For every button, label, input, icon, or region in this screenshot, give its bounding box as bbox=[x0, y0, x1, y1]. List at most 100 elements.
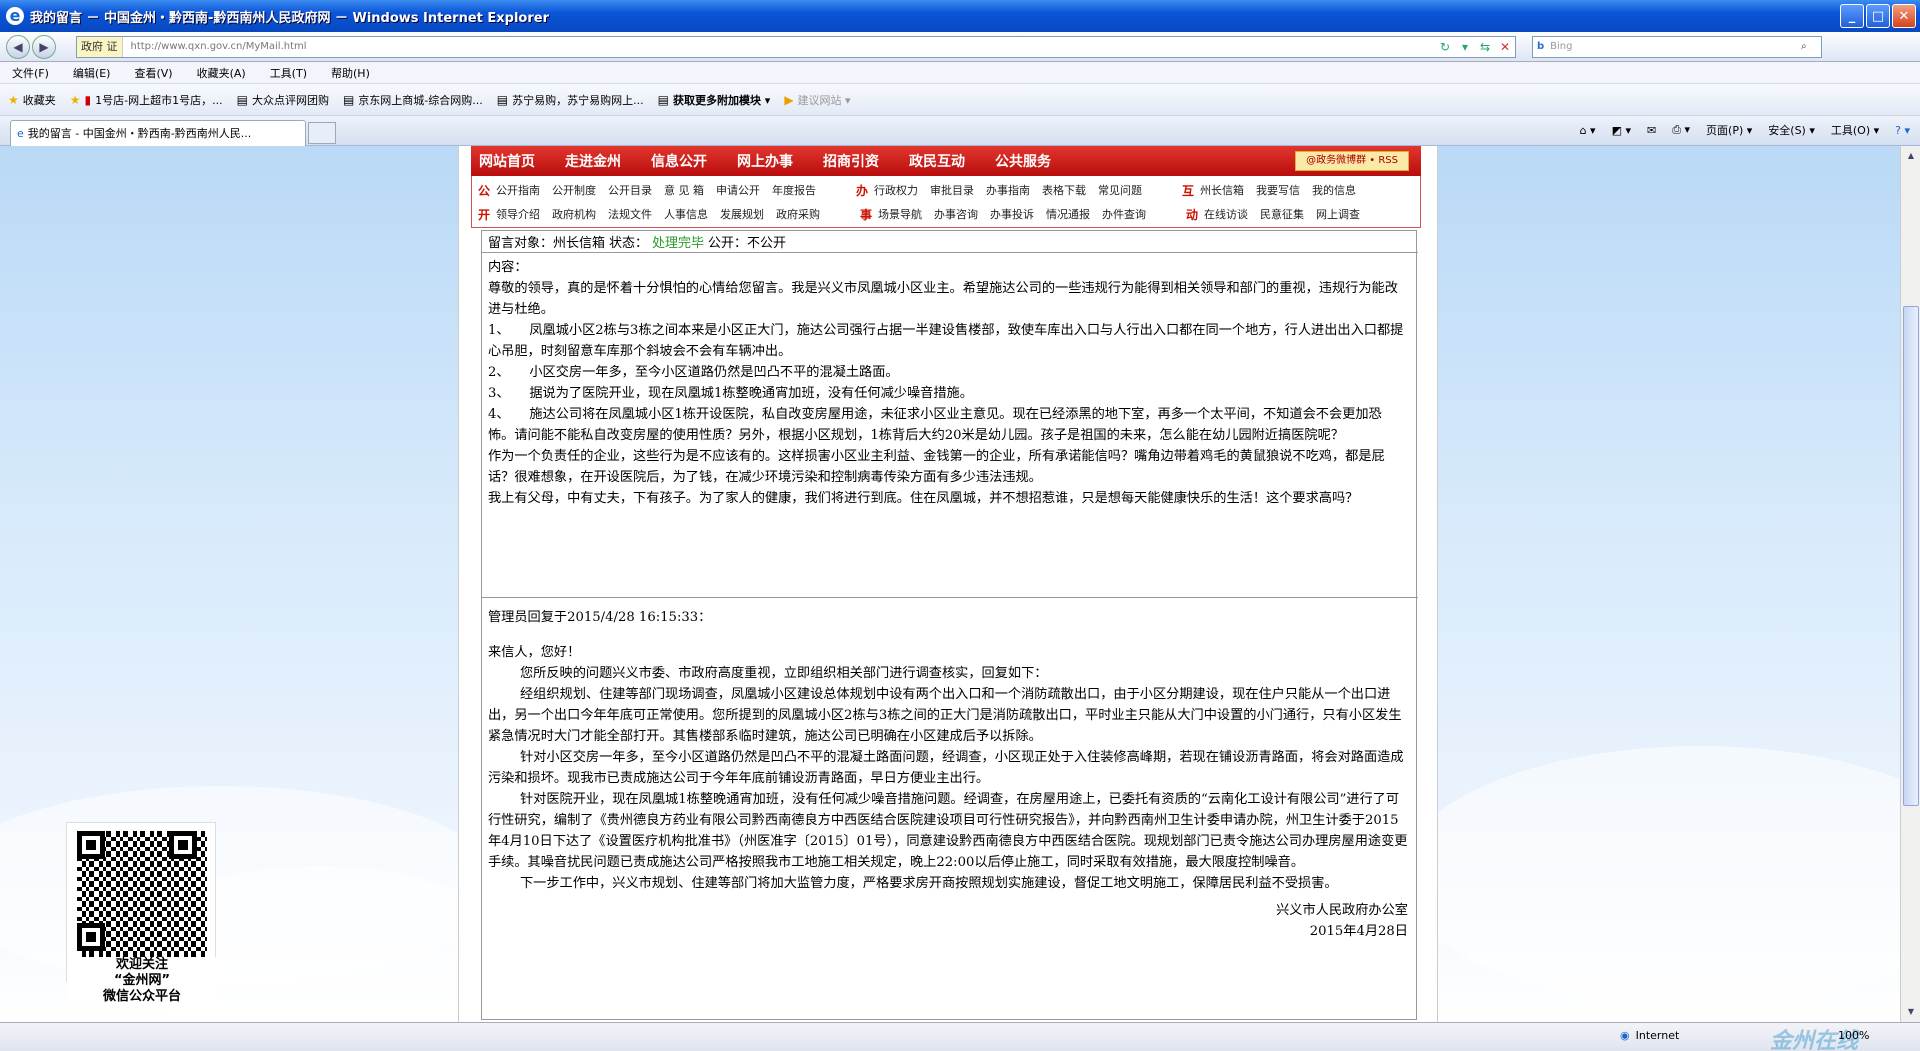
search-input[interactable]: Bing bbox=[1550, 41, 1801, 52]
nav-info-disclosure[interactable]: 信息公开 bbox=[651, 151, 707, 171]
safety-menu[interactable]: 安全(S) ▾ bbox=[1768, 122, 1815, 138]
mail-icon[interactable]: ✉ bbox=[1647, 124, 1656, 137]
url-text[interactable]: http://www.qxn.gov.cn/MyMail.html bbox=[123, 41, 1436, 52]
subnav-link[interactable]: 我要写信 bbox=[1256, 182, 1300, 198]
back-button[interactable]: ◀ bbox=[6, 34, 30, 59]
status-label: 状态： bbox=[609, 236, 649, 251]
menu-favorites[interactable]: 收藏夹(A) bbox=[197, 65, 246, 81]
menu-help[interactable]: 帮助(H) bbox=[331, 65, 370, 81]
bing-icon: b bbox=[1537, 41, 1545, 52]
subnav-link[interactable]: 网上调查 bbox=[1316, 206, 1360, 222]
subnav-link[interactable]: 公开目录 bbox=[608, 182, 652, 198]
zoom-level[interactable]: 100% bbox=[1838, 1029, 1869, 1042]
security-zone: ◉ Internet bbox=[1620, 1029, 1680, 1042]
subnav-lead: 动 bbox=[1185, 207, 1198, 222]
menu-bar: 文件(F) 编辑(E) 查看(V) 收藏夹(A) 工具(T) 帮助(H) bbox=[0, 62, 1920, 84]
tools-menu[interactable]: 工具(O) ▾ bbox=[1831, 122, 1879, 138]
subnav-link[interactable]: 在线访谈 bbox=[1204, 206, 1248, 222]
nav-interaction[interactable]: 政民互动 bbox=[909, 151, 965, 171]
message-meta: 留言对象：州长信箱 状态： 处理完毕 公开：不公开 bbox=[482, 231, 1418, 253]
message-target: 留言对象：州长信箱 bbox=[488, 236, 606, 251]
fav-item-dianping[interactable]: ▤ 大众点评网团购 bbox=[237, 92, 329, 108]
subnav-link[interactable]: 人事信息 bbox=[664, 206, 708, 222]
compat-icon[interactable]: ↻ bbox=[1435, 40, 1455, 54]
nav-online-services[interactable]: 网上办事 bbox=[737, 151, 793, 171]
fav-item-yhd[interactable]: ★ ▮ 1号店-网上超市1号店，... bbox=[70, 92, 223, 108]
content-paragraph: 我上有父母，中有丈夫，下有孩子。为了家人的健康，我们将进行到底。住在凤凰城，并不… bbox=[488, 491, 1359, 506]
reply-paragraph: 您所反映的问题兴义市委、市政府高度重视，立即组织相关部门进行调查核实，回复如下： bbox=[520, 666, 1048, 681]
new-tab-button[interactable] bbox=[308, 121, 336, 144]
dropdown-icon[interactable]: ▾ bbox=[1455, 40, 1475, 54]
nav-home[interactable]: 网站首页 bbox=[479, 151, 535, 171]
subnav-link[interactable]: 政府机构 bbox=[552, 206, 596, 222]
subnav-link[interactable]: 政府采购 bbox=[776, 206, 820, 222]
menu-view[interactable]: 查看(V) bbox=[134, 65, 172, 81]
nav-about[interactable]: 走进金州 bbox=[565, 151, 621, 171]
refresh-icon[interactable]: ⇆ bbox=[1475, 40, 1495, 54]
content-paragraph: 1、 凤凰城小区2栋与3栋之间本来是小区正大门，施达公司强行占据一半建设售楼部，… bbox=[488, 323, 1404, 359]
address-field[interactable]: 政府 证 http://www.qxn.gov.cn/MyMail.html ↻… bbox=[76, 35, 1516, 58]
nav-investment[interactable]: 招商引资 bbox=[823, 151, 879, 171]
subnav-link[interactable]: 常见问题 bbox=[1098, 182, 1142, 198]
menu-edit[interactable]: 编辑(E) bbox=[73, 65, 111, 81]
nav-public-services[interactable]: 公共服务 bbox=[995, 151, 1051, 171]
subnav-link[interactable]: 发展规划 bbox=[720, 206, 764, 222]
subnav-link[interactable]: 意 见 箱 bbox=[664, 182, 704, 198]
subnav-link[interactable]: 年度报告 bbox=[772, 182, 816, 198]
content-paragraph: 3、 据说为了医院开业，现在凤凰城1栋整晚通宵加班，没有任何减少噪音措施。 bbox=[488, 386, 973, 401]
public-flag: 公开：不公开 bbox=[708, 236, 787, 251]
subnav-link[interactable]: 审批目录 bbox=[930, 182, 974, 198]
divider bbox=[482, 597, 1418, 598]
subnav-link[interactable]: 州长信箱 bbox=[1200, 182, 1244, 198]
forward-button[interactable]: ▶ bbox=[32, 34, 56, 59]
close-button[interactable]: ✕ bbox=[1892, 4, 1916, 28]
feeds-icon[interactable]: ◩ ▾ bbox=[1612, 124, 1631, 137]
vertical-scrollbar[interactable]: ▲ ▼ bbox=[1900, 146, 1920, 1022]
fav-item-jd[interactable]: ▤ 京东网上商城-综合网购... bbox=[343, 92, 483, 108]
minimize-button[interactable]: _ bbox=[1840, 4, 1864, 28]
home-icon[interactable]: ⌂ ▾ bbox=[1580, 124, 1596, 137]
page-menu[interactable]: 页面(P) ▾ bbox=[1706, 122, 1752, 138]
rss-button[interactable]: @政务微博群 • RSS bbox=[1295, 151, 1409, 171]
fav-suggested-sites[interactable]: ▶ 建议网站 ▾ bbox=[784, 92, 850, 108]
subnav-link[interactable]: 法规文件 bbox=[608, 206, 652, 222]
subnav-link[interactable]: 申请公开 bbox=[716, 182, 760, 198]
subnav-link[interactable]: 我的信息 bbox=[1312, 182, 1356, 198]
security-tag: 政府 证 bbox=[77, 36, 123, 57]
subnav-link[interactable]: 办事咨询 bbox=[934, 206, 978, 222]
subnav-link[interactable]: 公开制度 bbox=[552, 182, 596, 198]
scroll-thumb[interactable] bbox=[1903, 306, 1919, 806]
star-icon: ★ bbox=[8, 92, 19, 107]
subnav-link[interactable]: 公开指南 bbox=[496, 182, 540, 198]
stop-icon[interactable]: ✕ bbox=[1495, 40, 1515, 54]
subnav-link[interactable]: 场景导航 bbox=[878, 206, 922, 222]
search-box[interactable]: b Bing ⌕ bbox=[1532, 35, 1822, 58]
scroll-down-icon[interactable]: ▼ bbox=[1903, 1004, 1919, 1020]
subnav-link[interactable]: 表格下载 bbox=[1042, 182, 1086, 198]
reply-paragraph: 经组织规划、住建等部门现场调查，凤凰城小区建设总体规划中设有两个出入口和一个消防… bbox=[488, 687, 1402, 744]
menu-file[interactable]: 文件(F) bbox=[12, 65, 49, 81]
subnav-link[interactable]: 办事投诉 bbox=[990, 206, 1034, 222]
page-icon: ▤ bbox=[236, 92, 248, 107]
help-icon[interactable]: ? ▾ bbox=[1895, 124, 1910, 137]
subnav-link[interactable]: 领导介绍 bbox=[496, 206, 540, 222]
search-icon[interactable]: ⌕ bbox=[1801, 41, 1821, 52]
window-titlebar: e 我的留言 － 中国金州・黔西南-黔西南州人民政府网 － Windows In… bbox=[0, 0, 1920, 32]
print-icon[interactable]: ⎙ ▾ bbox=[1672, 123, 1690, 137]
subnav-lead: 办 bbox=[855, 183, 868, 198]
wechat-qr-panel[interactable]: 欢迎关注 “金州网” 微信公众平台 bbox=[66, 822, 217, 1005]
fav-addons[interactable]: ▤ 获取更多附加模块 ▾ bbox=[658, 92, 771, 108]
page-container: 网站首页 走进金州 信息公开 网上办事 招商引资 政民互动 公共服务 @政务微博… bbox=[458, 146, 1438, 1022]
tab-current[interactable]: e 我的留言 - 中国金州・黔西南-黔西南州人民... bbox=[10, 119, 306, 146]
tab-bar: e 我的留言 - 中国金州・黔西南-黔西南州人民... ⌂ ▾ ◩ ▾ ✉ ⎙ … bbox=[0, 116, 1920, 146]
subnav-link[interactable]: 情况通报 bbox=[1046, 206, 1090, 222]
maximize-button[interactable]: □ bbox=[1866, 4, 1890, 28]
subnav-link[interactable]: 办事指南 bbox=[986, 182, 1030, 198]
subnav-link[interactable]: 民意征集 bbox=[1260, 206, 1304, 222]
fav-item-suning[interactable]: ▤ 苏宁易购，苏宁易购网上... bbox=[497, 92, 644, 108]
scroll-up-icon[interactable]: ▲ bbox=[1903, 148, 1919, 164]
menu-tools[interactable]: 工具(T) bbox=[270, 65, 307, 81]
subnav-link[interactable]: 办件查询 bbox=[1102, 206, 1146, 222]
favorites-button[interactable]: ★ 收藏夹 bbox=[8, 92, 56, 108]
subnav-link[interactable]: 行政权力 bbox=[874, 182, 918, 198]
